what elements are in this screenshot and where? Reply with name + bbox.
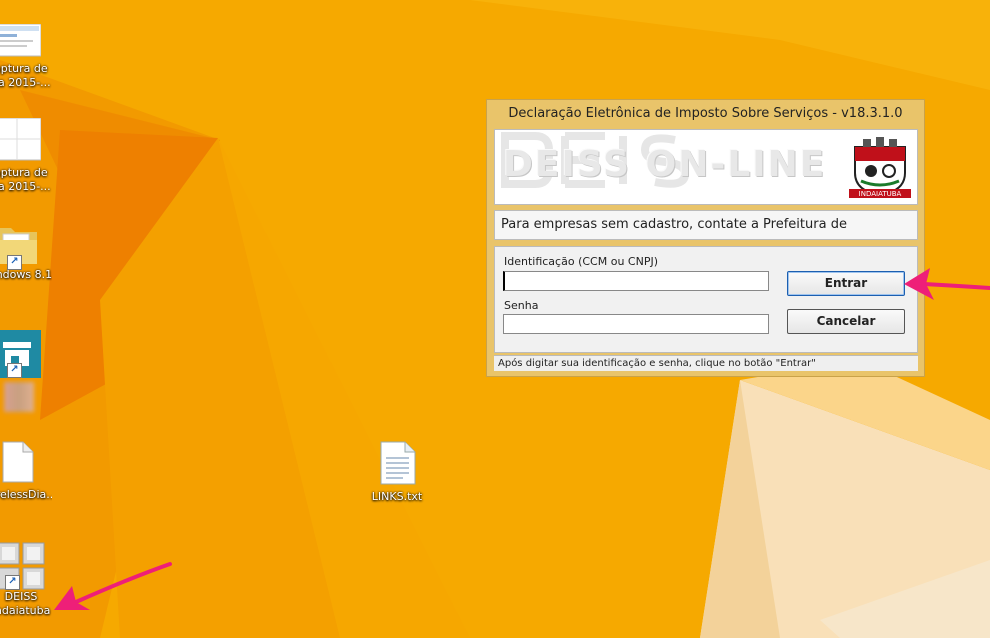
image-file-icon — [0, 23, 42, 57]
image-file-icon — [0, 117, 42, 161]
blurred-label — [4, 382, 34, 412]
deiss-login-dialog: Declaração Eletrônica de Imposto Sobre S… — [486, 99, 925, 377]
annotation-arrow-icon — [54, 562, 172, 610]
desktop-icon-deiss[interactable]: ↗ DEISS Indaiatuba — [0, 542, 56, 618]
desktop-icon-wireless[interactable]: WirelessDia... — [0, 440, 52, 502]
text-file-icon — [380, 441, 416, 485]
password-input[interactable] — [503, 314, 769, 334]
banner-title: DEISS ON-LINE — [503, 144, 827, 185]
desktop-icon-captura-1[interactable]: Captura de Tela 2015-... — [0, 23, 52, 90]
icon-label: Windows 8.1 — [0, 268, 52, 281]
identification-input[interactable] — [503, 271, 769, 291]
icon-label: WirelessDia... — [0, 488, 52, 501]
login-panel: Identificação (CCM ou CNPJ) Senha Entrar… — [494, 246, 918, 353]
cancel-button[interactable]: Cancelar — [787, 309, 905, 334]
icon-label: DEISS — [4, 590, 38, 603]
annotation-arrow-icon — [904, 268, 990, 300]
deiss-banner: DEISS ON-LINE INDAIATUBA — [494, 129, 918, 205]
password-label: Senha — [504, 299, 539, 312]
desktop-icon-captura-2[interactable]: Captura de Tela 2015-... — [0, 117, 52, 194]
id-label: Identificação (CCM ou CNPJ) — [504, 255, 658, 268]
desktop-icon-windows-81[interactable]: ↗ Windows 8.1 — [0, 222, 52, 282]
icon-label: Tela 2015-... — [0, 180, 51, 193]
dialog-title: Declaração Eletrônica de Imposto Sobre S… — [508, 106, 903, 121]
desktop-icon-links-txt[interactable]: LINKS.txt — [362, 440, 432, 504]
shortcut-arrow-icon: ↗ — [5, 575, 20, 590]
text-file-icon — [2, 441, 34, 483]
shortcut-arrow-icon: ↗ — [7, 363, 22, 378]
icon-label: LINKS.txt — [371, 490, 423, 503]
icon-label: Captura de — [0, 166, 48, 179]
status-bar: Após digitar sua identificação e senha, … — [494, 355, 918, 371]
desktop-icon-store-app[interactable]: ↗ — [0, 330, 52, 412]
icon-label: Tela 2015-... — [0, 76, 51, 89]
icon-label: Indaiatuba — [0, 604, 51, 617]
indaiatuba-crest-icon: INDAIATUBA — [849, 137, 911, 198]
info-message: Para empresas sem cadastro, contate a Pr… — [494, 210, 918, 260]
svg-text:INDAIATUBA: INDAIATUBA — [859, 190, 902, 198]
icon-label: Captura de — [0, 62, 48, 75]
enter-button[interactable]: Entrar — [787, 271, 905, 296]
shortcut-arrow-icon: ↗ — [7, 255, 22, 270]
